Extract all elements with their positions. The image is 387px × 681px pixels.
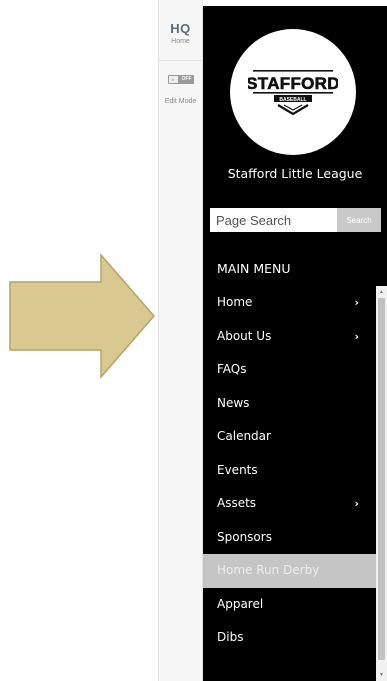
scrollbar-thumb[interactable] xyxy=(378,298,385,660)
chevron-right-icon[interactable]: › xyxy=(354,487,359,521)
menu-item-label: Dibs xyxy=(217,630,244,644)
menu-item-home[interactable]: Home › xyxy=(203,286,376,320)
stafford-logo-icon: STAFFORD BASEBALL xyxy=(248,62,338,122)
menu-scrollbar[interactable]: ▲ ▼ xyxy=(376,286,387,681)
hq-home-link[interactable]: HQ Home xyxy=(159,22,202,45)
menu-item-apparel[interactable]: Apparel xyxy=(203,588,376,622)
chevron-right-icon[interactable]: › xyxy=(354,320,359,354)
menu-item-label: Sponsors xyxy=(217,529,272,544)
menu-item-label: News xyxy=(217,395,250,410)
hq-home-label: Home xyxy=(171,38,190,45)
page-search: Search xyxy=(210,208,381,232)
search-button[interactable]: Search xyxy=(337,208,381,232)
menu-item-label: Calendar xyxy=(217,429,271,443)
page: HQ Home II OFF Edit Mode STAFFORD BASEBA… xyxy=(0,0,387,681)
menu-item-label: Events xyxy=(217,462,258,477)
menu-item-sponsors[interactable]: Sponsors xyxy=(203,521,376,555)
menu-item-news[interactable]: News xyxy=(203,387,376,421)
menu-item-label: FAQs xyxy=(217,362,247,376)
league-logo[interactable]: STAFFORD BASEBALL xyxy=(230,29,356,155)
menu-item-label: Home Run Derby xyxy=(217,563,320,577)
edit-mode-label: Edit Mode xyxy=(164,98,197,105)
menu-item-label: Assets xyxy=(217,496,257,510)
menu-item-home-run-derby[interactable]: Home Run Derby xyxy=(203,554,376,588)
menu-item-label: About Us xyxy=(217,328,272,343)
menu-item-events[interactable]: Events xyxy=(203,454,376,488)
toggle-state-text: OFF xyxy=(181,76,192,82)
league-name: Stafford Little League xyxy=(227,166,363,181)
menu-item-dibs[interactable]: Dibs xyxy=(203,621,376,655)
page-search-input[interactable] xyxy=(210,208,337,232)
site-sidebar: STAFFORD BASEBALL Stafford Little League… xyxy=(203,6,387,681)
menu-item-assets[interactable]: Assets › xyxy=(203,487,376,521)
main-menu-list: Home › About Us › FAQs News Calendar Eve xyxy=(203,286,376,655)
logo-subtext: BASEBALL xyxy=(279,97,306,103)
scroll-down-icon[interactable]: ▼ xyxy=(376,671,387,679)
menu-item-calendar[interactable]: Calendar xyxy=(203,420,376,454)
main-menu-heading: MAIN MENU xyxy=(217,261,291,276)
toggle-knob: II xyxy=(168,76,178,83)
main-menu: Home › About Us › FAQs News Calendar Eve xyxy=(203,286,387,681)
edit-mode-toggle[interactable]: II OFF xyxy=(167,75,194,84)
logo-wordmark: STAFFORD xyxy=(248,74,338,93)
menu-item-label: Apparel xyxy=(217,596,264,611)
chevron-right-icon[interactable]: › xyxy=(354,286,359,320)
menu-item-about-us[interactable]: About Us › xyxy=(203,320,376,354)
pointer-arrow-icon xyxy=(9,252,155,380)
menu-item-label: Home xyxy=(217,295,253,309)
hq-divider xyxy=(159,60,202,61)
hq-logo: HQ xyxy=(170,21,191,36)
menu-item-faqs[interactable]: FAQs xyxy=(203,353,376,387)
hq-admin-strip: HQ Home II OFF Edit Mode xyxy=(158,0,203,681)
scroll-up-icon[interactable]: ▲ xyxy=(376,288,387,296)
edit-mode-control: II OFF Edit Mode xyxy=(159,75,202,105)
